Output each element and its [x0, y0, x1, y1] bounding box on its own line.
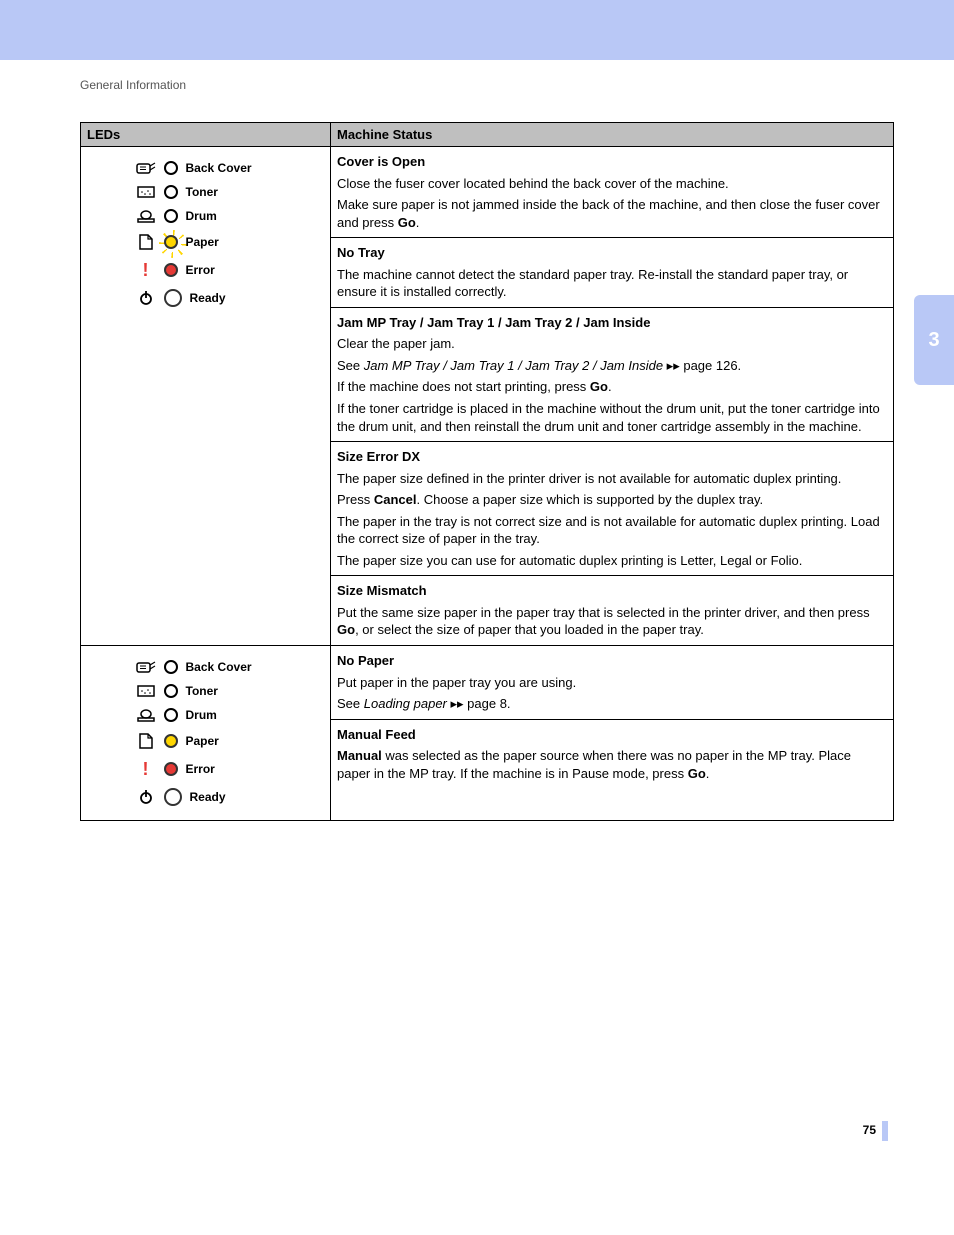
led-toner: [164, 185, 178, 199]
error-icon: !: [136, 760, 156, 778]
status-manual-feed: Manual Feed Manual was selected as the p…: [331, 719, 893, 789]
ready-icon: [136, 290, 156, 306]
ready-icon: [136, 789, 156, 805]
status-jam: Jam MP Tray / Jam Tray 1 / Jam Tray 2 / …: [331, 307, 893, 441]
toner-icon: [136, 684, 156, 698]
table-row: Back Cover Toner: [81, 646, 894, 821]
status-size-error-dx: Size Error DX The paper size defined in …: [331, 441, 893, 575]
led-back-cover: [164, 660, 178, 674]
page-number: 75: [80, 1121, 894, 1141]
drum-icon: [136, 209, 156, 223]
led-paper-blinking: [164, 235, 178, 249]
paper-icon: [136, 732, 156, 750]
led-error-on: [164, 762, 178, 776]
led-label: Error: [186, 763, 215, 776]
led-drum: [164, 209, 178, 223]
status-no-paper: No Paper Put paper in the paper tray you…: [331, 646, 893, 719]
status-size-mismatch: Size Mismatch Put the same size paper in…: [331, 575, 893, 645]
led-label: Toner: [186, 186, 218, 199]
section-header: General Information: [80, 78, 894, 92]
error-icon: !: [136, 261, 156, 279]
paper-icon: [136, 233, 156, 251]
led-ready: [164, 289, 182, 307]
chapter-tab: 3: [914, 295, 954, 385]
led-paper-on: [164, 734, 178, 748]
led-back-cover: [164, 161, 178, 175]
led-label: Drum: [186, 210, 217, 223]
led-label: Error: [186, 264, 215, 277]
led-label: Back Cover: [186, 162, 252, 175]
status-cover-open: Cover is Open Close the fuser cover loca…: [331, 147, 893, 237]
led-label: Paper: [186, 236, 219, 249]
col-header-status: Machine Status: [331, 123, 894, 147]
led-status-table: LEDs Machine Status Back Cover: [80, 122, 894, 821]
led-label: Drum: [186, 709, 217, 722]
led-drum: [164, 708, 178, 722]
led-label: Ready: [190, 292, 226, 305]
back-cover-icon: [136, 161, 156, 175]
led-label: Paper: [186, 735, 219, 748]
status-no-tray: No Tray The machine cannot detect the st…: [331, 237, 893, 307]
back-cover-icon: [136, 660, 156, 674]
led-label: Toner: [186, 685, 218, 698]
led-ready: [164, 788, 182, 806]
led-label: Ready: [190, 791, 226, 804]
toner-icon: [136, 185, 156, 199]
led-error-on: [164, 263, 178, 277]
led-label: Back Cover: [186, 661, 252, 674]
top-bar: [0, 0, 954, 60]
led-toner: [164, 684, 178, 698]
col-header-leds: LEDs: [81, 123, 331, 147]
drum-icon: [136, 708, 156, 722]
table-row: Back Cover Toner: [81, 147, 894, 646]
